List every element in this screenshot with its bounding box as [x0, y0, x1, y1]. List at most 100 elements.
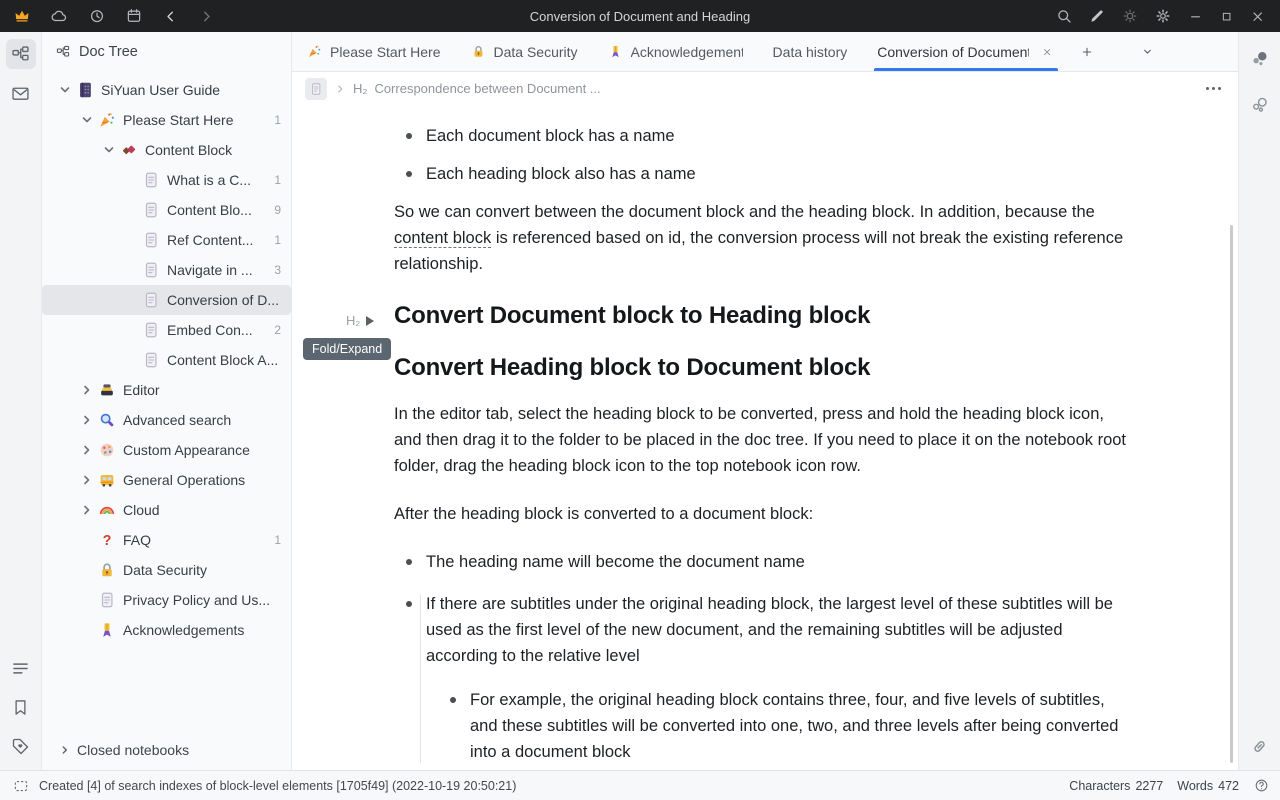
- right-dock: [1238, 32, 1280, 770]
- tree-item-content-block-types[interactable]: Content Blo... 9: [42, 195, 291, 225]
- go-back-icon[interactable]: [162, 8, 179, 25]
- task-region-icon[interactable]: [12, 777, 30, 795]
- editor-scrollbar[interactable]: [1230, 225, 1233, 763]
- workspace-crown-icon[interactable]: [13, 7, 31, 25]
- breadcrumb-doc-button[interactable]: [305, 78, 327, 100]
- daily-note-icon[interactable]: [125, 7, 143, 25]
- tree-item-content-block[interactable]: Content Block: [42, 135, 291, 165]
- tree-item-advanced-search[interactable]: Advanced search: [42, 405, 291, 435]
- tab-list-dropdown[interactable]: [1130, 32, 1164, 71]
- dock-tag-button[interactable]: [6, 731, 36, 761]
- expand-toggle-icon[interactable]: [79, 472, 95, 488]
- breadcrumb-heading-text[interactable]: Correspondence between Document ...: [374, 81, 600, 96]
- document-icon: [142, 321, 160, 339]
- editor-area: Please Start Here Data Security Acknowle…: [292, 32, 1238, 770]
- doc-tree-title: Doc Tree: [79, 44, 138, 60]
- outline-icon: [10, 658, 31, 679]
- tree-item-ref-content-block[interactable]: Ref Content... 1: [42, 225, 291, 255]
- tree-item-privacy-policy[interactable]: Privacy Policy and Us...: [42, 585, 291, 615]
- history-icon[interactable]: [88, 7, 106, 25]
- tag-icon: [10, 736, 31, 757]
- expand-toggle-icon[interactable]: [79, 442, 95, 458]
- collapse-toggle-icon[interactable]: [57, 82, 73, 98]
- global-search-icon[interactable]: [1055, 7, 1073, 25]
- collapse-toggle-icon[interactable]: [79, 112, 95, 128]
- dock-global-graph-button[interactable]: [1245, 90, 1275, 120]
- dock-backlinks-button[interactable]: [1245, 731, 1275, 761]
- edit-mode-icon[interactable]: [1088, 7, 1106, 25]
- close-button[interactable]: [1249, 8, 1266, 25]
- tab-close-icon[interactable]: [1039, 44, 1055, 60]
- list-item[interactable]: Each document block has a name: [394, 123, 1132, 149]
- new-tab-button[interactable]: [1070, 32, 1104, 71]
- dock-outline-button[interactable]: [6, 653, 36, 683]
- doc-count: 1: [266, 533, 281, 547]
- words-value: 472: [1218, 779, 1239, 793]
- tree-item-please-start-here[interactable]: Please Start Here 1: [42, 105, 291, 135]
- tab-conversion-of-document[interactable]: Conversion of Document and Heading: [862, 32, 1070, 71]
- go-forward-icon[interactable]: [198, 8, 215, 25]
- breadcrumb-heading-level: H₂: [353, 81, 367, 96]
- list-item[interactable]: For example, the original heading block …: [438, 687, 1132, 765]
- block-ref-link[interactable]: content block: [394, 229, 491, 248]
- cloud-sync-icon[interactable]: [50, 7, 69, 26]
- list-item[interactable]: Each heading block also has a name: [394, 161, 1132, 187]
- tree-item-acknowledgements[interactable]: Acknowledgements: [42, 615, 291, 645]
- maximize-button[interactable]: [1219, 9, 1234, 24]
- tree-item-cloud[interactable]: Cloud: [42, 495, 291, 525]
- heading-gutter: H₂: [346, 308, 374, 334]
- inbox-envelope-icon: [10, 83, 31, 104]
- party-popper-icon: [98, 111, 116, 129]
- expand-toggle-icon: [58, 743, 72, 757]
- expand-toggle-icon[interactable]: [79, 382, 95, 398]
- paragraph-block[interactable]: In the editor tab, select the heading bl…: [394, 401, 1132, 479]
- tree-item-navigate-in[interactable]: Navigate in ... 3: [42, 255, 291, 285]
- bus-icon: [98, 471, 116, 489]
- list-item[interactable]: If there are subtitles under the origina…: [394, 591, 1132, 765]
- paragraph-block[interactable]: After the heading block is converted to …: [394, 501, 1132, 527]
- document-icon: [142, 261, 160, 279]
- expand-toggle-icon[interactable]: [79, 502, 95, 518]
- paragraph-block[interactable]: So we can convert between the document b…: [394, 199, 1132, 277]
- tab-data-history[interactable]: Data history: [758, 32, 863, 71]
- collapse-toggle-icon[interactable]: [101, 142, 117, 158]
- tree-item-content-block-attributes[interactable]: Content Block A...: [42, 345, 291, 375]
- tab-please-start-here[interactable]: Please Start Here: [292, 32, 456, 71]
- heading-block[interactable]: Convert Heading block to Document block: [394, 355, 1132, 381]
- bullet-list: The heading name will become the documen…: [394, 549, 1132, 765]
- tree-item-editor[interactable]: Editor: [42, 375, 291, 405]
- more-options-button[interactable]: [1202, 83, 1225, 94]
- expand-toggle-icon[interactable]: [79, 412, 95, 428]
- tab-data-security[interactable]: Data Security: [456, 32, 593, 71]
- tab-acknowledgements[interactable]: Acknowledgements: [593, 32, 758, 71]
- bookmark-icon: [10, 697, 31, 718]
- settings-gear-icon[interactable]: [1154, 7, 1172, 25]
- dock-bookmark-button[interactable]: [6, 692, 36, 722]
- tree-item-faq[interactable]: FAQ 1: [42, 525, 291, 555]
- dock-inbox-button[interactable]: [6, 78, 36, 108]
- plus-icon: [1079, 44, 1095, 60]
- fold-triangle-icon[interactable]: [366, 316, 374, 326]
- tree-item-siyuan-user-guide[interactable]: SiYuan User Guide: [42, 75, 291, 105]
- list-item[interactable]: The heading name will become the documen…: [394, 549, 1132, 575]
- lock-icon: [471, 44, 486, 59]
- document-icon: [142, 171, 160, 189]
- left-dock: [0, 32, 42, 770]
- dock-graph-button[interactable]: [1245, 44, 1275, 74]
- dock-doc-tree-button[interactable]: [6, 39, 36, 69]
- tree-item-general-operations[interactable]: General Operations: [42, 465, 291, 495]
- tree-item-embed-content[interactable]: Embed Con... 2: [42, 315, 291, 345]
- tree-item-conversion-of-document[interactable]: Conversion of D...: [42, 285, 291, 315]
- magnifier-icon: [98, 411, 116, 429]
- minimize-button[interactable]: [1187, 8, 1204, 25]
- theme-mode-icon[interactable]: [1121, 7, 1139, 25]
- document-editor[interactable]: Each document block has a name Each head…: [292, 105, 1238, 770]
- tree-item-custom-appearance[interactable]: Custom Appearance: [42, 435, 291, 465]
- tree-item-data-security[interactable]: Data Security: [42, 555, 291, 585]
- document-icon: [142, 291, 160, 309]
- closed-notebooks-toggle[interactable]: Closed notebooks: [42, 735, 291, 765]
- doc-tree-header: Doc Tree: [42, 32, 291, 72]
- heading-block[interactable]: H₂ Convert Document block to Heading blo…: [394, 303, 1132, 329]
- help-icon[interactable]: [1253, 777, 1270, 794]
- tree-item-what-is-a-content-block[interactable]: What is a C... 1: [42, 165, 291, 195]
